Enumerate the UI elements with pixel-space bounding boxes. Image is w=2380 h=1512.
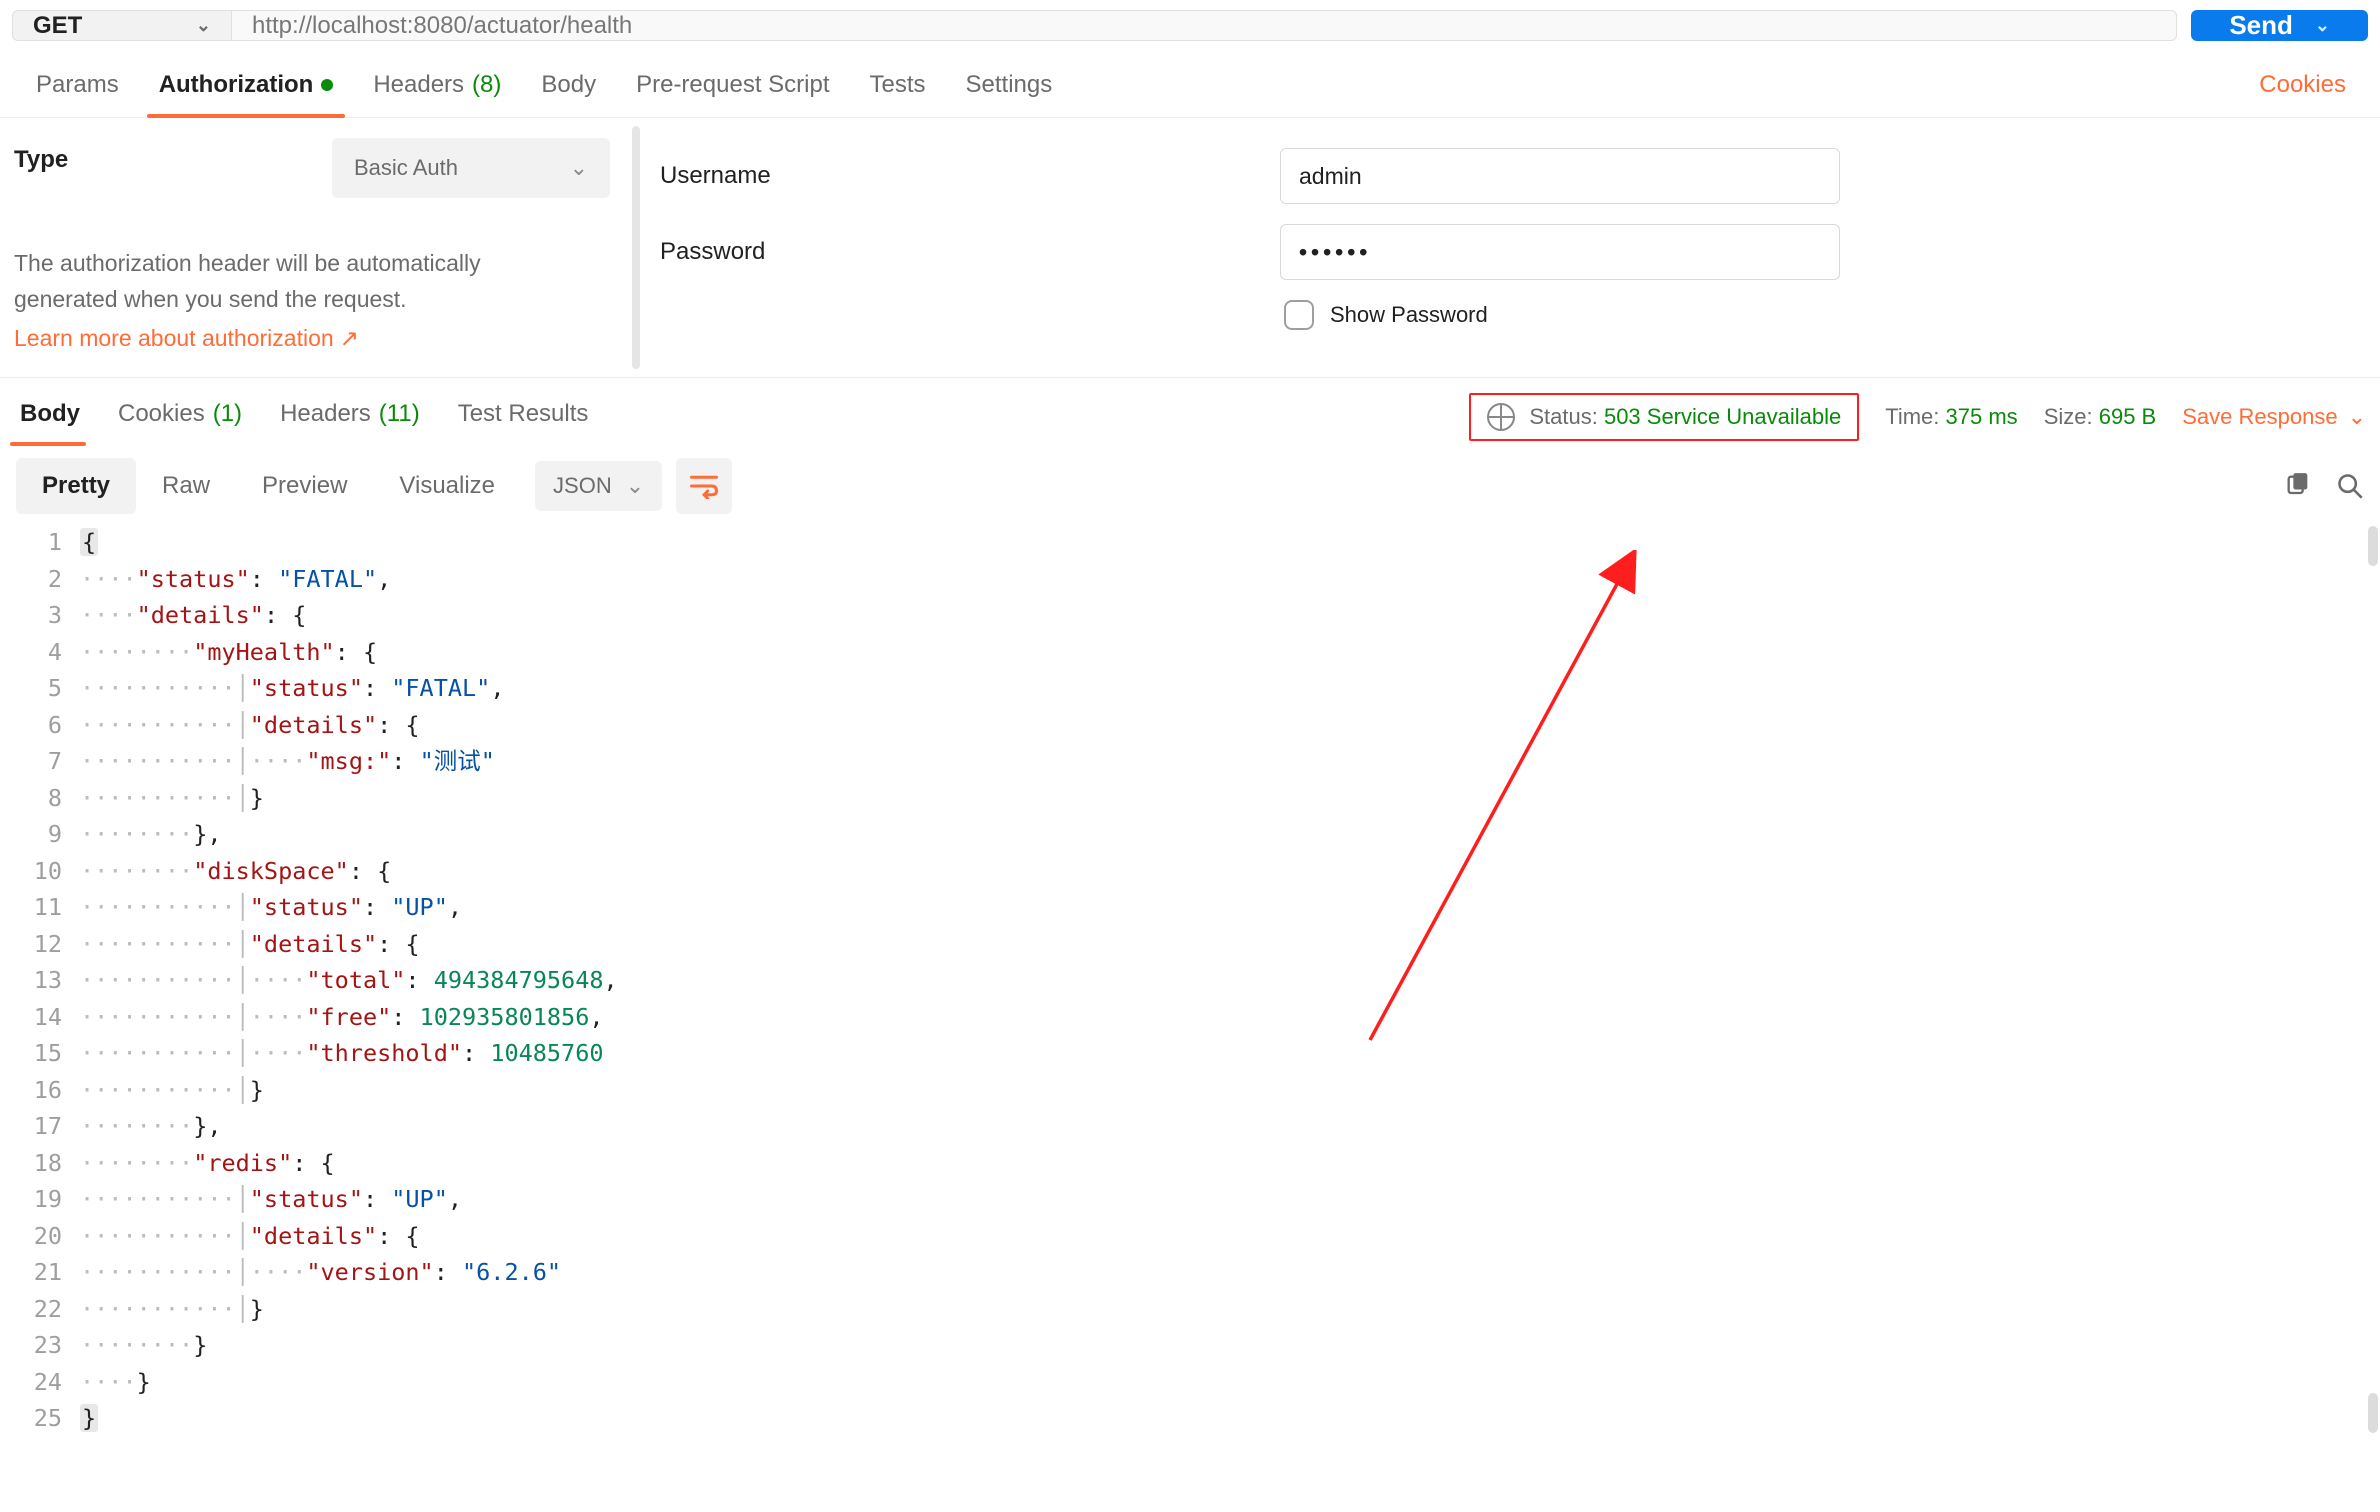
username-input[interactable]: admin: [1280, 148, 1840, 204]
response-body-viewer[interactable]: 1 2 3 4 5 6 7 8 9 10 11 12 13 14 15 16 1…: [0, 522, 2380, 1437]
code-content[interactable]: { ····"status": "FATAL", ····"details": …: [80, 524, 2380, 1437]
resp-tab-body[interactable]: Body: [10, 390, 98, 444]
chevron-down-icon: ⌄: [196, 15, 211, 36]
password-input[interactable]: ••••••: [1280, 224, 1840, 280]
globe-icon[interactable]: [1487, 403, 1515, 431]
time-value: 375 ms: [1946, 404, 2018, 429]
auth-type-value: Basic Auth: [354, 155, 458, 181]
method-select[interactable]: GET ⌄: [12, 10, 232, 41]
view-preview[interactable]: Preview: [236, 458, 373, 514]
size-value: 695 B: [2099, 404, 2157, 429]
show-password-checkbox[interactable]: [1284, 300, 1314, 330]
tab-params[interactable]: Params: [16, 57, 139, 117]
chevron-down-icon: ⌄: [570, 155, 588, 181]
tab-headers[interactable]: Headers (8): [353, 57, 521, 117]
resp-tab-headers[interactable]: Headers (11): [270, 390, 438, 444]
username-label: Username: [660, 162, 1220, 190]
auth-type-select[interactable]: Basic Auth ⌄: [332, 138, 610, 198]
resp-tab-cookies[interactable]: Cookies (1): [108, 390, 260, 444]
show-password-label: Show Password: [1330, 302, 1488, 328]
external-link-icon: ↗: [340, 325, 359, 352]
tab-authorization[interactable]: Authorization: [139, 57, 354, 117]
tab-settings[interactable]: Settings: [946, 57, 1073, 117]
auth-description: The authorization header will be automat…: [14, 246, 622, 317]
cookies-link[interactable]: Cookies: [2259, 57, 2364, 117]
view-pretty[interactable]: Pretty: [16, 458, 136, 514]
resp-tab-test-results[interactable]: Test Results: [448, 390, 607, 444]
status-value: 503 Service Unavailable: [1604, 404, 1841, 429]
tab-prerequest[interactable]: Pre-request Script: [616, 57, 849, 117]
line-gutter: 1 2 3 4 5 6 7 8 9 10 11 12 13 14 15 16 1…: [0, 524, 80, 1437]
size-label: Size:: [2044, 404, 2093, 429]
scrollbar[interactable]: [632, 126, 640, 369]
password-label: Password: [660, 238, 1220, 266]
send-label: Send: [2229, 10, 2293, 41]
search-icon[interactable]: [2336, 472, 2364, 500]
tab-body[interactable]: Body: [521, 57, 616, 117]
url-input[interactable]: http://localhost:8080/actuator/health: [232, 10, 2177, 41]
status-highlight-box: Status: 503 Service Unavailable: [1469, 393, 1859, 441]
language-select[interactable]: JSON ⌄: [535, 461, 662, 511]
view-visualize[interactable]: Visualize: [373, 458, 521, 514]
wrap-lines-button[interactable]: [676, 458, 732, 514]
authorization-panel: Type Basic Auth ⌄ The authorization head…: [0, 118, 2380, 378]
cookies-count: (1): [213, 400, 242, 428]
headers-count: (8): [472, 71, 501, 99]
request-tabs: Params Authorization Headers (8) Body Pr…: [0, 51, 2380, 118]
dot-indicator-icon: [321, 79, 333, 91]
chevron-down-icon: ⌄: [2348, 404, 2366, 430]
chevron-down-icon[interactable]: ⌄: [2315, 15, 2330, 36]
send-button[interactable]: Send ⌄: [2191, 10, 2368, 41]
chevron-down-icon: ⌄: [626, 473, 644, 499]
resp-headers-count: (11): [379, 400, 420, 428]
status-label: Status:: [1529, 404, 1597, 429]
response-tabs: Body Cookies (1) Headers (11) Test Resul…: [0, 378, 2380, 444]
save-response-button[interactable]: Save Response ⌄: [2182, 404, 2366, 430]
method-value: GET: [33, 12, 82, 40]
view-raw[interactable]: Raw: [136, 458, 236, 514]
scrollbar[interactable]: [2368, 526, 2378, 566]
url-value: http://localhost:8080/actuator/health: [252, 12, 632, 40]
tab-tests[interactable]: Tests: [850, 57, 946, 117]
time-label: Time:: [1885, 404, 1939, 429]
copy-icon[interactable]: [2284, 472, 2312, 500]
wrap-icon: [689, 473, 719, 499]
learn-authorization-link[interactable]: Learn more about authorization ↗: [14, 325, 359, 352]
scrollbar[interactable]: [2368, 1393, 2378, 1433]
